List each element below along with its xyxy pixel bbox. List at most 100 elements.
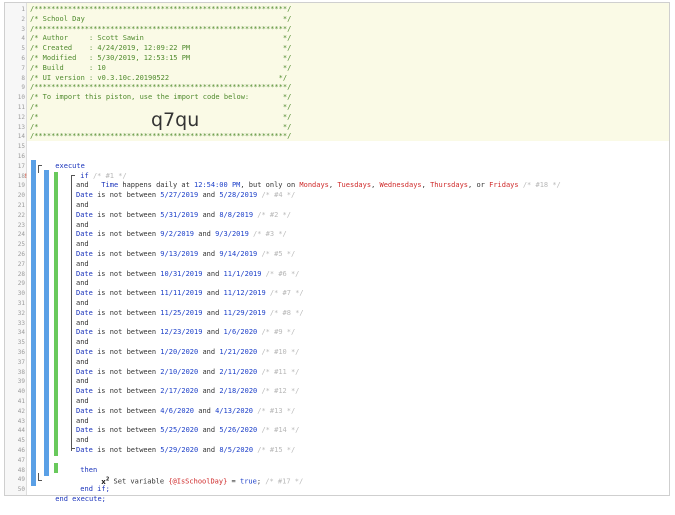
line-number: 20 — [17, 192, 25, 200]
date-to: 2/18/2020 — [219, 387, 258, 396]
line-number: 6 — [21, 55, 25, 62]
header-line-5: /* Created : 4/24/2019, 12:09:22 PM */ — [30, 44, 292, 53]
date-from: 11/25/2019 — [160, 308, 203, 317]
execute-line: execute — [30, 152, 672, 170]
date-condition[interactable]: Date is not between 5/25/2020 and 5/26/2… — [76, 426, 675, 436]
if-block-bar[interactable] — [44, 170, 49, 476]
header-line-10: /* To import this piston, use the import… — [30, 93, 292, 102]
execute-block-bar[interactable] — [31, 160, 36, 486]
line-number: 47 — [17, 456, 25, 464]
date-to: 1/21/2020 — [219, 348, 258, 356]
time-condition[interactable]: Time happens daily at 12:54:00 PM, but o… — [76, 172, 675, 189]
not-between-text: is not between — [92, 210, 161, 219]
date-from: 5/29/2020 — [160, 446, 199, 454]
line-number: 24 — [17, 231, 25, 239]
date-condition[interactable]: Date is not between 12/23/2019 and 1/6/2… — [76, 328, 675, 338]
and-keyword: and — [76, 201, 89, 209]
date-to: 11/1/2019 — [223, 269, 262, 278]
and-operator[interactable]: and — [76, 319, 675, 329]
date-condition[interactable]: Date is not between 2/10/2020 and 2/11/2… — [76, 368, 675, 378]
date-condition[interactable]: Date is not between 9/13/2019 and 9/14/2… — [76, 250, 675, 260]
header-line-7: /* Build : 10 */ — [30, 63, 292, 72]
not-between-text: is not between — [92, 328, 161, 337]
line-number: 4 — [21, 35, 25, 43]
not-between-text: is not between — [92, 250, 161, 258]
line-number: 37 — [17, 358, 25, 366]
and-operator[interactable]: and — [76, 260, 675, 270]
line-number: 22 — [17, 211, 25, 219]
not-between-text: is not between — [92, 426, 161, 435]
and-keyword: and — [76, 416, 89, 425]
and-keyword: and — [76, 299, 89, 307]
date-condition[interactable]: Date is not between 5/31/2019 and 8/8/20… — [76, 211, 675, 221]
line-number: 2 — [21, 15, 25, 23]
line-number: 26 — [17, 251, 25, 258]
date-subject: Date — [76, 328, 93, 337]
set-variable-action[interactable]: x2 Set variable {@IsSchoolDay} = true; /… — [76, 466, 675, 485]
end-execute-line: end execute; — [30, 485, 672, 503]
date-condition[interactable]: Date is not between 5/29/2020 and 8/5/20… — [76, 446, 675, 456]
date-condition[interactable]: Date is not between 5/27/2019 and 5/28/2… — [76, 191, 675, 201]
line-number: 44 — [17, 427, 25, 435]
and-operator[interactable]: and — [76, 397, 675, 407]
line-number: 33 — [17, 319, 25, 327]
date-to: 4/13/2020 — [215, 406, 254, 415]
and-operator[interactable]: and — [76, 338, 675, 348]
error-warning-icon[interactable]: ! — [24, 172, 28, 182]
line-number: 39 — [17, 378, 25, 386]
and-word: and — [198, 387, 220, 396]
not-between-text: is not between — [92, 387, 161, 396]
date-to: 2/11/2020 — [219, 367, 258, 376]
date-condition[interactable]: Date is not between 4/6/2020 and 4/13/20… — [76, 407, 675, 417]
and-operator[interactable]: and — [76, 181, 675, 191]
date-to: 8/8/2019 — [219, 210, 254, 219]
and-keyword: and — [76, 279, 89, 288]
condition-comment: /* #15 */ — [253, 446, 296, 454]
condition-comment: /* #6 */ — [261, 269, 300, 278]
and-operator[interactable]: and — [76, 299, 675, 309]
condition-comment: /* #14 */ — [257, 426, 300, 435]
and-operator[interactable]: and — [76, 436, 675, 446]
date-condition[interactable]: Date is not between 11/25/2019 and 11/29… — [76, 309, 675, 319]
line-number: 43 — [17, 417, 25, 425]
date-to: 8/5/2020 — [219, 446, 254, 454]
import-code[interactable]: q7qu — [151, 109, 199, 131]
and-operator[interactable]: and — [76, 377, 675, 387]
not-between-text: is not between — [92, 289, 161, 298]
conditions-group-bar[interactable] — [54, 172, 58, 456]
and-operator[interactable]: and — [76, 240, 675, 250]
date-condition[interactable]: Date is not between 9/2/2019 and 9/3/201… — [76, 230, 675, 240]
date-subject: Date — [76, 289, 93, 298]
conditions-bracket — [71, 175, 75, 451]
line-number: 7 — [21, 64, 25, 72]
if-bracket-bottom — [38, 473, 42, 481]
date-condition[interactable]: Date is not between 2/17/2020 and 2/18/2… — [76, 387, 675, 397]
and-keyword: and — [76, 259, 89, 268]
line-number: 41 — [17, 398, 25, 405]
header-line-1: /***************************************… — [30, 5, 292, 13]
and-operator[interactable]: and — [76, 417, 675, 427]
and-operator[interactable]: and — [76, 279, 675, 289]
end-if-line: end if; — [55, 475, 675, 493]
and-word: and — [194, 406, 216, 415]
condition-comment: /* #4 */ — [257, 191, 296, 200]
date-to: 9/3/2019 — [215, 230, 249, 239]
and-operator[interactable]: and — [76, 358, 675, 368]
and-operator[interactable]: and — [76, 201, 675, 211]
date-subject: Date — [76, 348, 93, 356]
date-subject: Date — [76, 269, 93, 278]
and-operator[interactable]: and — [76, 221, 675, 231]
date-condition[interactable]: Date is not between 1/20/2020 and 1/21/2… — [76, 348, 675, 358]
line-number: 42 — [17, 407, 25, 415]
line-number: 9 — [21, 84, 25, 92]
and-keyword: and — [76, 240, 89, 249]
and-word: and — [198, 446, 220, 454]
date-condition[interactable]: Date is not between 10/31/2019 and 11/1/… — [76, 270, 675, 280]
and-word: and — [198, 250, 220, 258]
not-between-text: is not between — [92, 348, 161, 356]
and-word: and — [198, 210, 220, 219]
date-subject: Date — [76, 210, 93, 219]
date-condition[interactable]: Date is not between 11/11/2019 and 11/12… — [76, 289, 675, 299]
end-execute-keyword[interactable]: end execute; — [55, 495, 106, 503]
line-number: 46 — [17, 447, 25, 454]
